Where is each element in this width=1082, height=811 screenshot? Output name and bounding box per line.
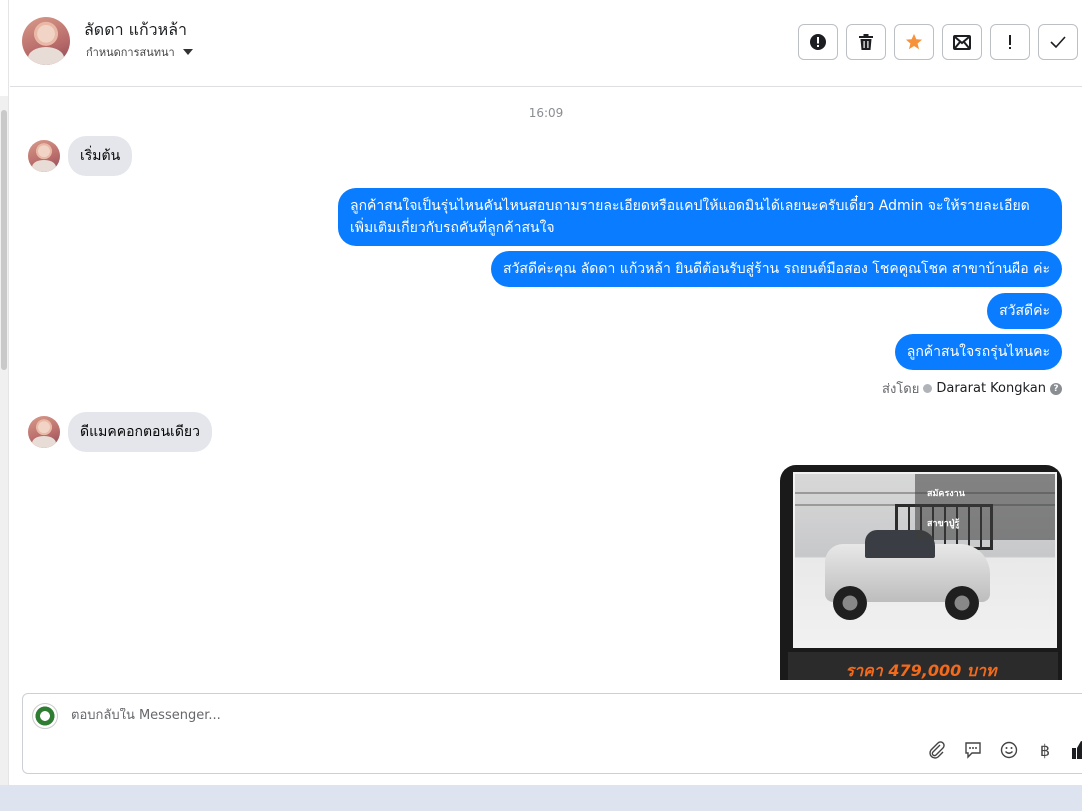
caret-down-icon xyxy=(182,49,193,55)
car-photo: สมัครงาน สาขาปู่รู้ xyxy=(793,472,1057,648)
chat-bubble-icon xyxy=(965,742,981,759)
conversation-settings-dropdown[interactable]: กำหนดการสนทนา xyxy=(86,43,193,61)
alert-circle-icon xyxy=(810,34,826,50)
sender-avatar xyxy=(28,416,60,448)
attach-button[interactable] xyxy=(927,740,947,760)
contact-name[interactable]: ลัดดา แก้วหล้า xyxy=(84,18,187,43)
sender-avatar xyxy=(28,140,60,172)
reply-composer: ฿ xyxy=(22,693,1082,774)
sender-name: Dararat Kongkan xyxy=(936,381,1046,396)
rear-wheel xyxy=(945,586,979,620)
baht-icon: ฿ xyxy=(1039,740,1051,760)
incoming-message-bubble[interactable]: เริ่มต้น xyxy=(68,136,133,176)
contact-avatar[interactable] xyxy=(22,17,70,65)
conversation-settings-label: กำหนดการสนทนา xyxy=(86,46,175,59)
mark-unread-button[interactable] xyxy=(942,24,982,60)
photo-overlay-tag: สมัครงาน สาขาปู่รู้ xyxy=(915,474,1055,540)
sent-by-info: ส่งโดย Dararat Kongkan ? xyxy=(882,378,1062,399)
exclamation-icon xyxy=(1009,35,1011,49)
incoming-message-bubble[interactable]: ดีแมคคอกตอนเดียว xyxy=(68,412,212,452)
done-button[interactable] xyxy=(1038,24,1078,60)
check-icon xyxy=(1050,36,1066,49)
left-scrollbar-thumb[interactable] xyxy=(1,110,7,370)
incoming-message-row: ดีแมคคอกตอนเดียว xyxy=(28,412,212,452)
front-wheel xyxy=(833,586,867,620)
photo-tag-bottom: สาขาปู่รู้ xyxy=(927,519,960,529)
left-panel-edge xyxy=(0,0,9,785)
like-button[interactable] xyxy=(1071,740,1082,760)
header-actions xyxy=(798,24,1078,60)
paperclip-icon xyxy=(929,741,945,759)
sent-by-label: ส่งโดย xyxy=(882,382,920,397)
smiley-icon xyxy=(1000,741,1018,759)
outgoing-message-bubble[interactable]: ลูกค้าสนใจเป็นรุ่นไหนคันไหนสอบถามรายละเอ… xyxy=(338,188,1062,246)
conversation-header: ลัดดา แก้วหล้า กำหนดการสนทนา xyxy=(10,0,1082,87)
inbox-conversation-view: ลัดดา แก้วหล้า กำหนดการสนทนา 16:09 เริ่ม… xyxy=(0,0,1082,811)
follow-up-button[interactable] xyxy=(990,24,1030,60)
incoming-message-row: เริ่มต้น xyxy=(28,136,133,176)
outgoing-message-bubble[interactable]: สวัสดีค่ะคุณ ลัดดา แก้วหล้า ยินดีต้อนรับ… xyxy=(491,251,1062,287)
message-thread[interactable]: 16:09 เริ่มต้น ลูกค้าสนใจเป็นรุ่นไหนคันไ… xyxy=(10,88,1082,680)
saved-replies-button[interactable] xyxy=(963,740,983,760)
payment-button[interactable]: ฿ xyxy=(1035,740,1055,760)
report-spam-button[interactable] xyxy=(798,24,838,60)
page-logo-avatar xyxy=(32,703,58,729)
outgoing-message-bubble[interactable]: ลูกค้าสนใจรถรุ่นไหนคะ xyxy=(894,334,1062,370)
car-price: ราคา 479,000 บาท xyxy=(845,661,997,680)
message-timestamp: 16:09 xyxy=(528,106,564,120)
trash-icon xyxy=(859,34,873,50)
photo-tag-top: สมัครงาน xyxy=(927,489,965,499)
sent-status-icon xyxy=(923,384,933,393)
star-button[interactable] xyxy=(894,24,934,60)
help-icon[interactable]: ? xyxy=(1050,382,1062,395)
emoji-button[interactable] xyxy=(999,740,1019,760)
thumbs-up-icon xyxy=(1072,741,1082,759)
car-image-attachment[interactable]: สมัครงาน สาขาปู่รู้ ราคา 479,000 บาท xyxy=(780,465,1062,680)
bottom-taskbar-strip xyxy=(0,785,1082,811)
star-icon xyxy=(905,33,923,50)
composer-tools: ฿ xyxy=(927,740,1082,760)
delete-button[interactable] xyxy=(846,24,886,60)
reply-input[interactable] xyxy=(71,708,671,723)
mark-unread-icon xyxy=(953,35,971,50)
outgoing-message-bubble[interactable]: สวัสดีค่ะ xyxy=(987,293,1062,329)
